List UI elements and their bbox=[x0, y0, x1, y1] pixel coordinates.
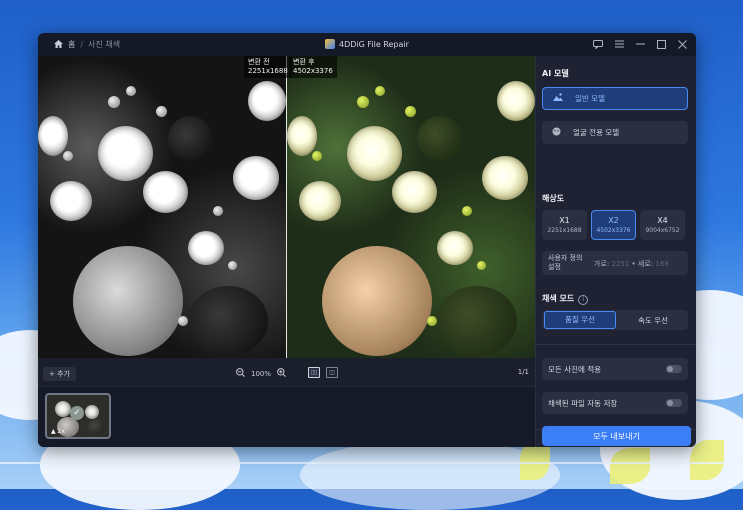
resolution-x2-dims: 4502x3376 bbox=[596, 227, 631, 234]
compare-divider[interactable] bbox=[286, 56, 287, 358]
model-face-button[interactable]: 얼굴 전용 모델 bbox=[542, 121, 688, 144]
model-general-label: 일반 모델 bbox=[575, 94, 605, 103]
window-controls bbox=[592, 37, 688, 51]
resolution-x4-dims: 9004x6752 bbox=[645, 227, 680, 234]
side-by-side-view-icon[interactable]: ▯▯ bbox=[308, 367, 320, 378]
resolution-x4-button[interactable]: X4 9004x6752 bbox=[640, 210, 685, 240]
check-icon: ✓ bbox=[70, 406, 84, 420]
custom-resolution[interactable]: 사용자 정의 설정 가로: 2251 • 세로: 168 bbox=[542, 251, 688, 275]
resolution-options: X1 2251x1688 X2 4502x3376 X4 9004x6752 bbox=[542, 210, 685, 240]
resolution-x1-button[interactable]: X1 2251x1688 bbox=[542, 210, 587, 240]
app-title-text: 4DDiG File Repair bbox=[339, 40, 409, 49]
page-indicator: 1/1 bbox=[517, 368, 529, 376]
after-label: 변환 후 bbox=[293, 58, 315, 66]
zoom-in-icon[interactable] bbox=[277, 368, 286, 379]
leaf bbox=[610, 448, 650, 484]
before-image bbox=[38, 56, 286, 358]
apply-all-toggle[interactable] bbox=[666, 365, 682, 373]
width-input[interactable]: 2251 bbox=[611, 260, 629, 268]
zoom-value: 100% bbox=[251, 369, 272, 378]
after-tag: 변환 후 4502x3376 bbox=[289, 56, 337, 78]
resolution-x1-dims: 2251x1688 bbox=[547, 227, 582, 234]
thumbnail-item[interactable]: ✓ ▲ 2x bbox=[45, 393, 111, 439]
view-mode-toggle: ▯▯ ◫ bbox=[308, 367, 338, 378]
auto-save-row: 채색된 파일 자동 저장 bbox=[542, 392, 688, 414]
color-mode-title-text: 채색 모드 bbox=[542, 294, 575, 303]
speed-mode-button[interactable]: 속도 우선 bbox=[618, 315, 688, 326]
height-input[interactable]: 168 bbox=[655, 260, 668, 268]
auto-save-toggle[interactable] bbox=[666, 399, 682, 407]
resolution-x2-name: X2 bbox=[608, 216, 619, 225]
thumbnail-scale: ▲ 2x bbox=[51, 428, 65, 435]
ai-model-title: AI 모델 bbox=[542, 69, 569, 78]
height-label: 세로: bbox=[637, 260, 654, 268]
add-button[interactable]: + 추가 bbox=[43, 367, 76, 381]
image-toolbar: + 추가 100% ▯▯ ◫ 1/1 bbox=[38, 358, 535, 387]
apply-all-row: 모든 사진에 적용 bbox=[542, 358, 688, 380]
export-all-button[interactable]: 모두 내보내기 bbox=[542, 426, 691, 446]
after-image bbox=[287, 56, 535, 358]
resolution-x4-name: X4 bbox=[657, 216, 668, 225]
width-label: 가로: bbox=[594, 260, 610, 268]
close-icon[interactable] bbox=[676, 37, 688, 51]
resolution-x2-button[interactable]: X2 4502x3376 bbox=[591, 210, 636, 240]
color-mode-title: 채색 모드 i bbox=[542, 293, 589, 305]
dimension-separator: • bbox=[631, 260, 636, 268]
landscape-icon bbox=[553, 93, 563, 104]
split-view-icon[interactable]: ◫ bbox=[326, 367, 338, 378]
divider bbox=[536, 344, 696, 345]
menu-icon[interactable] bbox=[613, 37, 625, 51]
info-icon[interactable]: i bbox=[578, 295, 589, 305]
model-general-button[interactable]: 일반 모델 bbox=[542, 87, 688, 110]
resolution-title: 해상도 bbox=[542, 194, 565, 203]
feedback-icon[interactable] bbox=[592, 37, 604, 51]
before-size: 2251x1688 bbox=[248, 67, 288, 75]
apply-all-label: 모든 사진에 적용 bbox=[548, 364, 602, 374]
custom-resolution-label: 사용자 정의 설정 bbox=[548, 254, 583, 271]
color-mode-toggle: 품질 우선 속도 우선 bbox=[542, 310, 688, 330]
image-compare-view[interactable]: 변환 전 2251x1688 변환 후 4502x3376 bbox=[38, 56, 535, 358]
thumbnail-scale-text: 2x bbox=[57, 428, 65, 435]
resolution-x1-name: X1 bbox=[559, 216, 570, 225]
after-size: 4502x3376 bbox=[293, 67, 333, 75]
settings-panel: AI 모델 일반 모델 얼굴 전용 모델 해상도 X1 2251x1688 X2… bbox=[535, 56, 696, 447]
thumbnail-strip: ✓ ▲ 2x bbox=[38, 387, 535, 447]
zoom-out-icon[interactable] bbox=[236, 368, 245, 379]
custom-resolution-values: 가로: 2251 • 세로: 168 bbox=[594, 259, 669, 269]
model-face-label: 얼굴 전용 모델 bbox=[573, 128, 620, 137]
minimize-icon[interactable] bbox=[634, 37, 646, 51]
before-label: 변환 전 bbox=[248, 58, 270, 66]
horizon-line bbox=[0, 462, 743, 464]
titlebar: 홈 / 사진 채색 4DDiG File Repair bbox=[38, 33, 696, 57]
zoom-control: 100% bbox=[236, 368, 286, 379]
quality-mode-button[interactable]: 품질 우선 bbox=[544, 311, 616, 329]
image-icon: ▲ bbox=[51, 428, 56, 435]
maximize-icon[interactable] bbox=[655, 37, 667, 51]
app-window: 홈 / 사진 채색 4DDiG File Repair 변환 전 2251x16… bbox=[38, 33, 696, 447]
app-logo-icon bbox=[325, 39, 336, 49]
before-tag: 변환 전 2251x1688 bbox=[244, 56, 292, 78]
face-icon bbox=[552, 127, 561, 139]
auto-save-label: 채색된 파일 자동 저장 bbox=[548, 398, 618, 408]
